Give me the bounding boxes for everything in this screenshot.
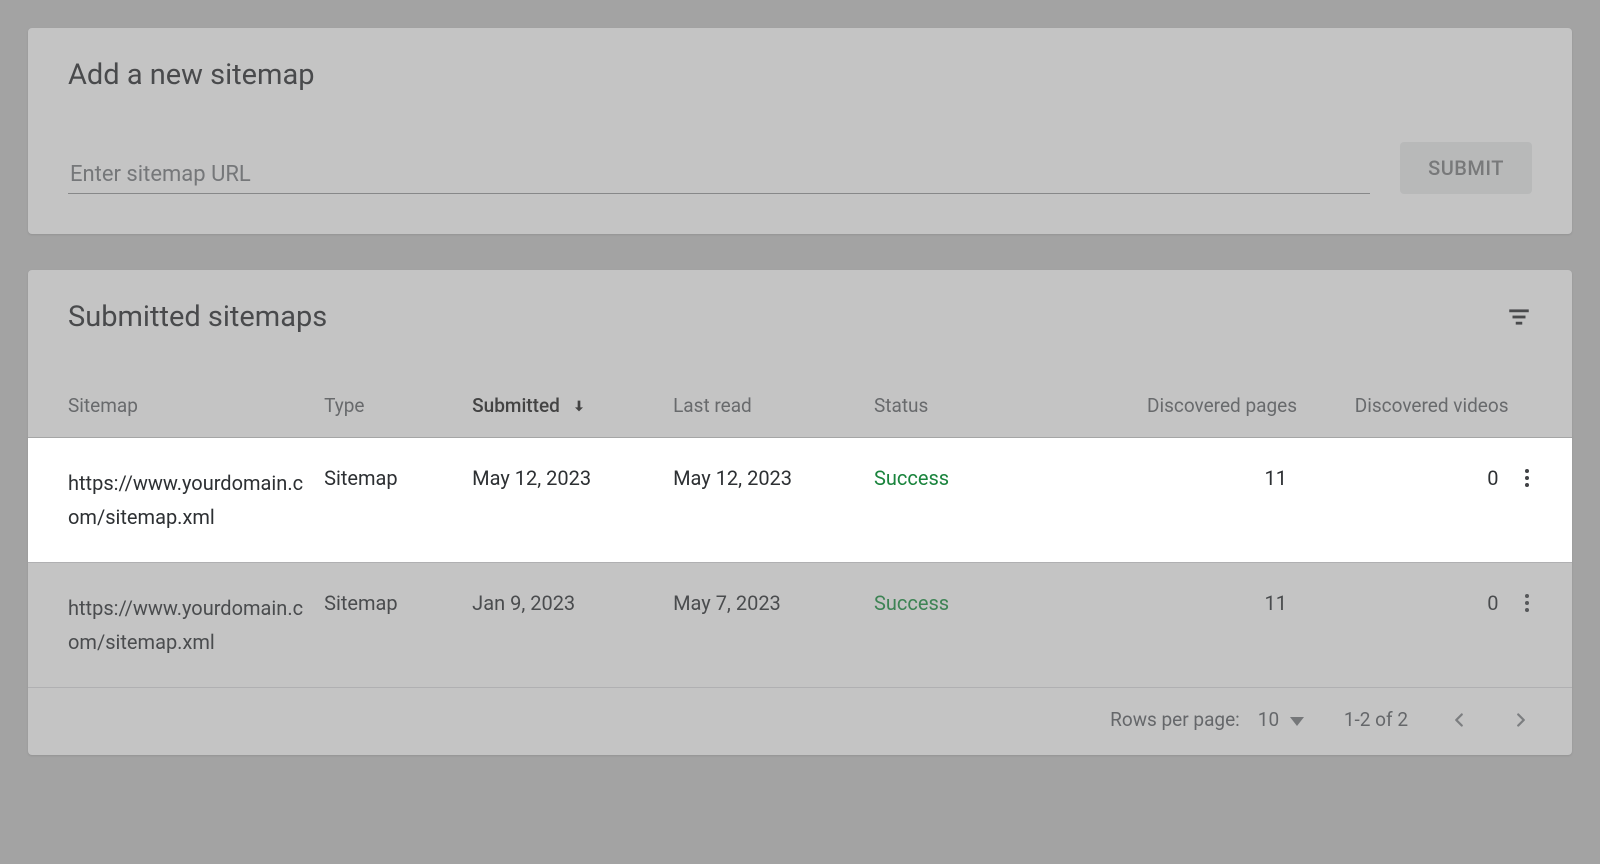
arrow-down-icon (571, 396, 587, 419)
rows-per-page-select[interactable]: 10 (1258, 708, 1304, 731)
cell-type: Sitemap (324, 438, 472, 563)
cell-pages: 11 (1075, 563, 1297, 688)
submitted-sitemaps-card: Submitted sitemaps Sitemap Type Submitte… (28, 270, 1572, 755)
col-status[interactable]: Status (874, 380, 1075, 438)
filter-icon[interactable] (1506, 304, 1532, 330)
cell-sitemap: https://www.yourdomain.com/sitemap.xml (68, 466, 313, 534)
add-sitemap-row: SUBMIT (68, 142, 1532, 194)
rows-per-page-value: 10 (1258, 708, 1279, 731)
cell-videos: 0 (1297, 563, 1509, 688)
cell-status: Success (874, 563, 1075, 688)
add-sitemap-title: Add a new sitemap (68, 58, 1532, 92)
prev-page-button[interactable] (1448, 709, 1470, 731)
submit-button[interactable]: SUBMIT (1400, 142, 1532, 194)
rows-per-page: Rows per page: 10 (1110, 708, 1304, 731)
more-vert-icon[interactable] (1515, 591, 1539, 615)
col-type[interactable]: Type (324, 380, 472, 438)
col-submitted-label: Submitted (472, 394, 560, 417)
cell-last-read: May 12, 2023 (673, 438, 874, 563)
col-sitemap[interactable]: Sitemap (28, 380, 324, 438)
more-vert-icon[interactable] (1515, 466, 1539, 490)
cell-last-read: May 7, 2023 (673, 563, 874, 688)
list-header: Submitted sitemaps (28, 270, 1572, 380)
page-range: 1-2 of 2 (1344, 708, 1408, 731)
cell-sitemap: https://www.yourdomain.com/sitemap.xml (68, 591, 313, 659)
sitemaps-table: Sitemap Type Submitted Last read Status … (28, 380, 1572, 688)
cell-videos: 0 (1297, 438, 1509, 563)
cell-status: Success (874, 438, 1075, 563)
cell-type: Sitemap (324, 563, 472, 688)
col-pages[interactable]: Discovered pages (1075, 380, 1297, 438)
rows-per-page-label: Rows per page: (1110, 708, 1240, 731)
dropdown-triangle-icon (1290, 717, 1304, 726)
col-last-read[interactable]: Last read (673, 380, 874, 438)
table-header-row: Sitemap Type Submitted Last read Status … (28, 380, 1572, 438)
col-actions (1509, 380, 1573, 438)
sitemap-url-input[interactable] (68, 156, 1370, 194)
next-page-button[interactable] (1510, 709, 1532, 731)
cell-submitted: Jan 9, 2023 (472, 563, 673, 688)
col-submitted[interactable]: Submitted (472, 380, 673, 438)
table-pager: Rows per page: 10 1-2 of 2 (28, 688, 1572, 755)
cell-submitted: May 12, 2023 (472, 438, 673, 563)
col-videos[interactable]: Discovered videos (1297, 380, 1509, 438)
cell-pages: 11 (1075, 438, 1297, 563)
add-sitemap-card: Add a new sitemap SUBMIT (28, 28, 1572, 234)
submitted-sitemaps-title: Submitted sitemaps (68, 300, 327, 334)
table-row[interactable]: https://www.yourdomain.com/sitemap.xmlSi… (28, 438, 1572, 563)
table-row[interactable]: https://www.yourdomain.com/sitemap.xmlSi… (28, 563, 1572, 688)
